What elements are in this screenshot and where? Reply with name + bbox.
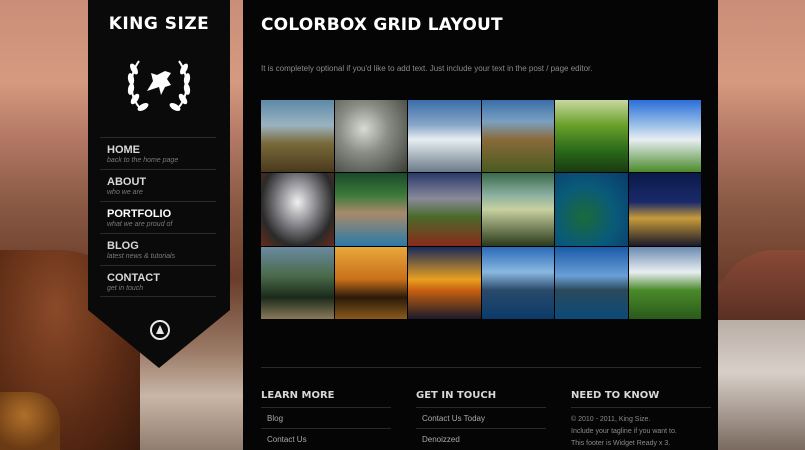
- gallery-thumbnail[interactable]: [555, 100, 628, 173]
- nav-item-portfolio[interactable]: PORTFOLIO what we are proud of: [100, 201, 216, 233]
- nav-subtitle: what we are proud of: [107, 221, 173, 228]
- gallery-thumbnail[interactable]: [555, 246, 628, 319]
- footer-learn-more: LEARN MORE Blog Contact Us: [261, 390, 391, 449]
- nav-label: CONTACT: [107, 272, 160, 284]
- nav-item-home[interactable]: HOME back to the home page: [100, 137, 216, 169]
- footer-heading: LEARN MORE: [261, 390, 335, 401]
- background-water-right: [715, 320, 805, 450]
- page-title: COLORBOX GRID LAYOUT: [261, 15, 503, 35]
- gallery-thumbnail[interactable]: [481, 173, 554, 246]
- footer-link-blog[interactable]: Blog: [261, 407, 391, 428]
- gallery-thumbnail[interactable]: [261, 100, 334, 173]
- colorbox-grid: [261, 100, 701, 319]
- gallery-thumbnail[interactable]: [261, 173, 334, 246]
- nav-subtitle: who we are: [107, 189, 143, 196]
- gallery-thumbnail[interactable]: [481, 246, 554, 319]
- nav-subtitle: get in touch: [107, 285, 144, 292]
- laurel-crest-icon[interactable]: [125, 51, 193, 117]
- nav-item-blog[interactable]: BLOG latest news & tutorials: [100, 233, 216, 265]
- gallery-thumbnail[interactable]: [261, 246, 334, 319]
- footer-divider: [261, 367, 701, 368]
- main-content: COLORBOX GRID LAYOUT It is completely op…: [243, 0, 718, 450]
- footer-info-text: © 2010 - 2011, King Size. Include your t…: [571, 407, 711, 450]
- gallery-thumbnail[interactable]: [481, 100, 554, 173]
- main-navigation: HOME back to the home page ABOUT who we …: [100, 137, 216, 297]
- footer-widget-note: This footer is Widget Ready x 3.: [571, 440, 671, 447]
- nav-item-contact[interactable]: CONTACT get in touch: [100, 265, 216, 297]
- gallery-thumbnail[interactable]: [555, 173, 628, 246]
- gallery-thumbnail[interactable]: [334, 173, 407, 246]
- gallery-thumbnail[interactable]: [408, 246, 481, 319]
- nav-item-about[interactable]: ABOUT who we are: [100, 169, 216, 201]
- gallery-thumbnail[interactable]: [334, 246, 407, 319]
- gallery-thumbnail[interactable]: [408, 173, 481, 246]
- scroll-up-arrow-icon[interactable]: [150, 320, 170, 340]
- background-rock-left: [0, 392, 60, 450]
- intro-text: It is completely optional if you'd like …: [261, 64, 593, 73]
- footer-heading: NEED TO KNOW: [571, 390, 660, 401]
- footer-need-to-know: NEED TO KNOW © 2010 - 2011, King Size. I…: [571, 390, 711, 450]
- nav-label: BLOG: [107, 240, 139, 252]
- gallery-thumbnail[interactable]: [628, 100, 701, 173]
- nav-label: PORTFOLIO: [107, 208, 172, 220]
- footer-link-denoizzed[interactable]: Denoizzed: [416, 428, 546, 449]
- gallery-thumbnail[interactable]: [628, 173, 701, 246]
- sidebar: KING SIZE HOME back to the home page ABO…: [88, 0, 230, 310]
- footer-link-contact-us-today[interactable]: Contact Us Today: [416, 407, 546, 428]
- nav-subtitle: latest news & tutorials: [107, 253, 176, 260]
- gallery-thumbnail[interactable]: [334, 100, 407, 173]
- site-logo-text[interactable]: KING SIZE: [88, 14, 230, 34]
- footer-heading: GET IN TOUCH: [416, 390, 497, 401]
- footer-link-contact-us[interactable]: Contact Us: [261, 428, 391, 449]
- nav-label: HOME: [107, 144, 140, 156]
- gallery-thumbnail[interactable]: [628, 246, 701, 319]
- footer-copyright: © 2010 - 2011, King Size.: [571, 416, 651, 423]
- footer-get-in-touch: GET IN TOUCH Contact Us Today Denoizzed: [416, 390, 546, 449]
- nav-label: ABOUT: [107, 176, 147, 188]
- gallery-thumbnail[interactable]: [408, 100, 481, 173]
- footer-tagline-note: Include your tagline if you want to.: [571, 428, 677, 435]
- nav-subtitle: back to the home page: [107, 157, 179, 164]
